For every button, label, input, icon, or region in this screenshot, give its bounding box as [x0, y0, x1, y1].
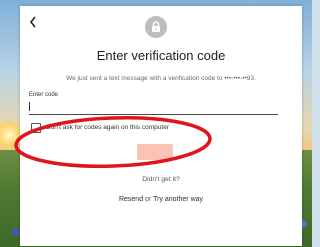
red-annotation-oval — [14, 116, 212, 168]
